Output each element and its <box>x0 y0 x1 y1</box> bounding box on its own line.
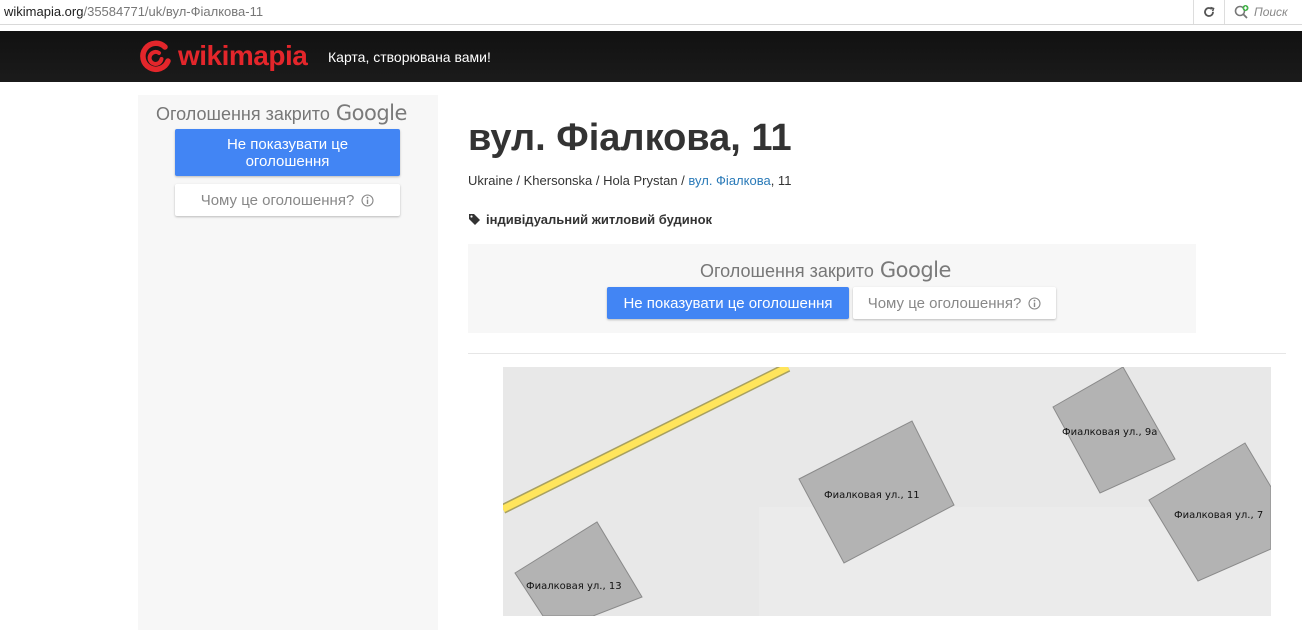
breadcrumb-item-city[interactable]: Hola Prystan <box>603 173 677 188</box>
breadcrumb-house-number: , 11 <box>770 173 792 188</box>
reload-button[interactable] <box>1193 0 1225 24</box>
breadcrumb-separator: / <box>592 173 604 188</box>
breadcrumb-street-link[interactable]: вул. Фіалкова <box>688 173 770 188</box>
middle-ad-panel: Оголошення закрито Google Не показувати ц… <box>468 244 1196 333</box>
tag-icon <box>469 214 480 225</box>
site-header: wikimapia Карта, створювана вами! <box>0 31 1302 82</box>
url-path: /35584771/uk/вул-Фіалкова-11 <box>83 4 264 19</box>
hide-ad-button[interactable]: Не показувати це оголошення <box>175 129 400 176</box>
content-divider <box>468 353 1286 354</box>
breadcrumb-item-country[interactable]: Ukraine <box>468 173 513 188</box>
map-label-9a: Фиалковая ул., 9а <box>1062 427 1157 438</box>
map-label-13: Фиалковая ул., 13 <box>526 581 622 592</box>
info-icon <box>1028 296 1041 310</box>
breadcrumb-separator: / <box>677 173 689 188</box>
page-title: вул. Фіалкова, 11 <box>468 117 792 159</box>
why-this-ad-button[interactable]: Чому це оголошення? <box>853 287 1056 319</box>
breadcrumb-separator: / <box>512 173 524 188</box>
hide-ad-label: Не показувати це оголошення <box>226 135 349 170</box>
search-placeholder: Поиск <box>1254 5 1288 19</box>
breadcrumb-item-region[interactable]: Khersonska <box>524 173 593 188</box>
left-ad-panel: Оголошення закрито Google Не показувати ц… <box>138 95 438 630</box>
search-icon <box>1234 5 1249 19</box>
ad-closed-message: Оголошення закрито Google <box>156 101 407 125</box>
wikimapia-logo-icon[interactable] <box>137 39 173 75</box>
hide-ad-label: Не показувати це оголошення <box>623 294 833 312</box>
map-label-7: Фиалковая ул., 7 <box>1174 510 1263 521</box>
map-canvas[interactable]: Фиалковая ул., 11 Фиалковая ул., 9а Фиал… <box>503 367 1271 616</box>
ad-closed-message: Оголошення закрито Google <box>700 258 951 282</box>
ad-closed-text: Оголошення закрито <box>700 261 874 281</box>
map-label-11: Фиалковая ул., 11 <box>824 490 920 501</box>
category-label: індивідуальний житловий будинок <box>486 212 713 227</box>
category-tag[interactable]: індивідуальний житловий будинок <box>468 212 712 227</box>
ad-closed-text: Оголошення закрито <box>156 104 330 124</box>
browser-address-bar: wikimapia.org/35584771/uk/вул-Фіалкова-1… <box>0 0 1302 25</box>
hide-ad-button[interactable]: Не показувати це оголошення <box>607 287 849 319</box>
map-view[interactable]: Фиалковая ул., 11 Фиалковая ул., 9а Фиал… <box>503 367 1271 616</box>
info-icon <box>361 193 374 207</box>
url-host: wikimapia.org <box>4 4 84 19</box>
why-this-ad-label: Чому це оголошення? <box>867 294 1022 312</box>
why-this-ad-label: Чому це оголошення? <box>200 191 355 209</box>
site-tagline: Карта, створювана вами! <box>328 49 491 65</box>
google-logo: Google <box>335 101 408 125</box>
why-this-ad-button[interactable]: Чому це оголошення? <box>175 184 400 216</box>
reload-icon <box>1204 6 1215 17</box>
breadcrumb: Ukraine / Khersonska / Hola Prystan / ву… <box>468 173 791 188</box>
url-field[interactable]: wikimapia.org/35584771/uk/вул-Фіалкова-1… <box>4 4 263 19</box>
brand-logo-text[interactable]: wikimapia <box>178 40 308 72</box>
google-logo: Google <box>879 258 952 282</box>
browser-search-box[interactable]: Поиск <box>1234 2 1302 22</box>
